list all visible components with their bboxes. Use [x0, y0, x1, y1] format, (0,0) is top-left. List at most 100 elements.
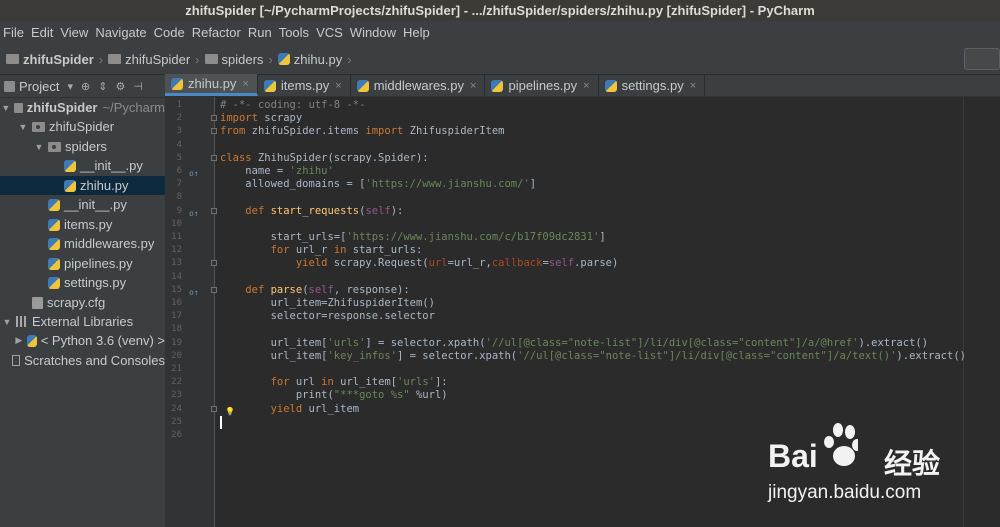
breadcrumb-item-package[interactable]: zhifuSpider	[108, 52, 190, 67]
tree-item[interactable]: middlewares.py	[0, 234, 165, 253]
expand-arrow-icon[interactable]: ▼	[18, 122, 28, 132]
line-number: 9	[176, 205, 182, 216]
dropdown-icon[interactable]: ▾	[67, 80, 73, 93]
fold-marker-icon[interactable]	[211, 207, 217, 214]
locate-icon[interactable]: ⊕	[81, 80, 90, 93]
close-icon[interactable]: ×	[242, 78, 248, 90]
code-line[interactable]: 24 💡 yield url_item	[165, 403, 1000, 416]
line-number: 25	[171, 416, 182, 427]
python-file-icon	[48, 276, 60, 289]
code-line[interactable]: 20 url_item['key_infos'] = selector.xpat…	[165, 350, 1000, 363]
collapse-arrow-icon[interactable]: ▶	[15, 335, 23, 346]
code-line[interactable]: 11 start_urls=['https://www.jianshu.com/…	[165, 231, 1000, 244]
code-line[interactable]: 16 url_item=ZhifuspiderItem()	[165, 297, 1000, 310]
menu-item-edit[interactable]: Edit	[31, 25, 53, 40]
code-line[interactable]: 19 url_item['urls'] = selector.xpath('//…	[165, 337, 1000, 350]
menu-item-navigate[interactable]: Navigate	[95, 25, 146, 40]
menu-item-file[interactable]: File	[3, 25, 24, 40]
fold-marker-icon[interactable]	[211, 154, 217, 161]
close-icon[interactable]: ×	[583, 80, 589, 92]
code-line[interactable]: 15 o↑ def parse(self, response):	[165, 284, 1000, 297]
menu-item-refactor[interactable]: Refactor	[192, 25, 241, 40]
expand-arrow-icon[interactable]: ▼	[1, 103, 10, 113]
code-line[interactable]: 12 for url_r in start_urls:	[165, 244, 1000, 257]
tab-items[interactable]: items.py ×	[258, 75, 351, 96]
line-number: 11	[171, 232, 182, 242]
override-marker-icon[interactable]: o↑	[189, 207, 199, 218]
code-line[interactable]: 18	[165, 323, 1000, 336]
tree-item[interactable]: ▼ External Libraries	[0, 312, 165, 331]
code-text: name = 'zhihu'	[220, 165, 334, 177]
python-icon	[26, 334, 37, 347]
fold-marker-icon[interactable]	[211, 128, 217, 135]
project-panel-header: Project ▾ ⊕ ⇕ ⚙ ⊣	[0, 75, 165, 98]
tree-item-label: __init__.py	[64, 197, 127, 212]
code-line[interactable]: 10	[165, 218, 1000, 231]
code-text: yield scrapy.Request(url=url_r,callback=…	[295, 257, 619, 270]
tree-item[interactable]: ▶ < Python 3.6 (venv) >	[0, 331, 165, 350]
tree-item[interactable]: __init__.py	[0, 195, 165, 214]
code-line[interactable]: 22 for url in url_item['urls']:	[165, 376, 1000, 389]
close-icon[interactable]: ×	[470, 80, 476, 92]
close-icon[interactable]: ×	[335, 80, 341, 92]
gear-icon[interactable]: ⚙	[115, 80, 125, 93]
tree-item[interactable]: ▼ zhifuSpider ~/Pycharm	[0, 98, 165, 117]
menu-item-tools[interactable]: Tools	[279, 25, 309, 40]
expand-arrow-icon[interactable]: ▼	[34, 142, 44, 152]
code-line[interactable]: 7 allowed_domains = ['https://www.jiansh…	[165, 178, 1000, 191]
tab-settings[interactable]: settings.py ×	[599, 75, 706, 96]
code-line[interactable]: 6 o↑ name = 'zhihu'	[165, 165, 1000, 178]
fold-marker-icon[interactable]	[211, 115, 217, 122]
tree-item-label: items.py	[64, 217, 113, 232]
code-text: from zhifuSpider.items import Zhifuspide…	[220, 125, 505, 138]
run-config-box[interactable]	[964, 48, 1000, 70]
hide-icon[interactable]: ⊣	[133, 80, 143, 93]
tree-item[interactable]: __init__.py	[0, 156, 165, 175]
scratches-icon	[11, 355, 21, 366]
code-line[interactable]: 9 o↑ def start_requests(self):	[165, 205, 1000, 218]
tree-item[interactable]: ▼ spiders	[0, 137, 165, 156]
code-line[interactable]: 4	[165, 139, 1000, 152]
override-marker-icon[interactable]: o↑	[189, 167, 199, 178]
code-line[interactable]: 3 from zhifuSpider.items import Zhifuspid…	[165, 125, 1000, 138]
tree-item[interactable]: scrapy.cfg	[0, 293, 165, 312]
code-line[interactable]: 23 print("***goto %s" %url)	[165, 389, 1000, 402]
breadcrumb-item-spiders[interactable]: spiders	[204, 52, 263, 67]
breadcrumb-item-file[interactable]: zhihu.py	[277, 52, 342, 67]
expand-arrow-icon[interactable]: ▼	[2, 317, 12, 327]
tree-item[interactable]: settings.py	[0, 273, 165, 292]
menu-item-view[interactable]: View	[60, 25, 88, 40]
fold-marker-icon[interactable]	[211, 286, 217, 293]
tree-item[interactable]: zhihu.py	[0, 176, 165, 195]
tree-item[interactable]: items.py	[0, 215, 165, 234]
code-line[interactable]: 5 class ZhihuSpider(scrapy.Spider):	[165, 152, 1000, 165]
tree-item[interactable]: Scratches and Consoles	[0, 351, 165, 370]
fold-marker-icon[interactable]	[211, 405, 217, 412]
collapse-icon[interactable]: ⇕	[98, 80, 107, 93]
watermark-cn: 经验	[884, 447, 941, 480]
tree-item-label: zhifuSpider	[49, 119, 115, 134]
tab-pipelines[interactable]: pipelines.py ×	[485, 75, 599, 96]
tree-item[interactable]: ▼ zhifuSpider	[0, 117, 165, 136]
tab-zhihu[interactable]: zhihu.py ×	[165, 74, 258, 96]
close-icon[interactable]: ×	[690, 80, 696, 92]
menu-item-help[interactable]: Help	[403, 25, 430, 40]
menu-item-window[interactable]: Window	[350, 25, 396, 40]
code-line[interactable]: 2 import scrapy	[165, 112, 1000, 125]
menu-item-run[interactable]: Run	[248, 25, 272, 40]
code-line[interactable]: 14	[165, 271, 1000, 284]
fold-marker-icon[interactable]	[211, 260, 217, 267]
tab-middlewares[interactable]: middlewares.py ×	[351, 75, 486, 96]
code-line[interactable]: 8	[165, 191, 1000, 204]
project-panel-title[interactable]: Project	[19, 79, 59, 94]
code-line[interactable]: 17 selector=response.selector	[165, 310, 1000, 323]
package-icon	[32, 121, 45, 132]
code-line[interactable]: 21	[165, 363, 1000, 376]
code-line[interactable]: 1 # -*- coding: utf-8 -*-	[165, 99, 1000, 112]
menu-item-vcs[interactable]: VCS	[316, 25, 343, 40]
code-line[interactable]: 13 yield scrapy.Request(url=url_r,callba…	[165, 257, 1000, 270]
tree-item[interactable]: pipelines.py	[0, 254, 165, 273]
breadcrumb-item-root[interactable]: zhifuSpider	[6, 52, 94, 67]
menu-item-code[interactable]: Code	[154, 25, 185, 40]
override-marker-icon[interactable]: o↑	[189, 286, 199, 297]
